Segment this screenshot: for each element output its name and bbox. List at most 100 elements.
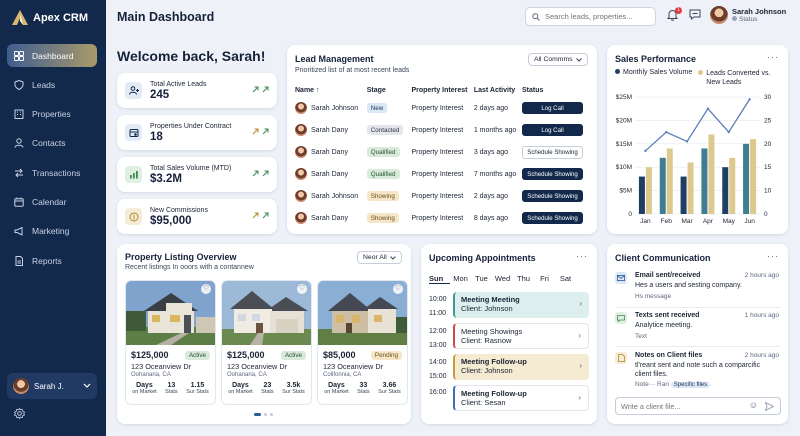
sidebar-item-transactions[interactable]: Transactions	[7, 161, 97, 184]
y2-tick-label: 20	[764, 141, 772, 148]
schedule-showing-button[interactable]: Schedule Showing	[522, 190, 583, 202]
sidebar-item-dashboard[interactable]: Dashboard	[7, 44, 97, 67]
communication-item[interactable]: Texts sent received 1 hours ago Analytic…	[615, 312, 779, 344]
chevron-right-icon: ›	[578, 393, 581, 402]
log-call-button[interactable]: Log Call	[522, 102, 583, 114]
lead-activity: 2 days ago	[473, 192, 509, 200]
more-options-icon[interactable]: ···	[767, 52, 779, 62]
metric: Days on Market	[228, 382, 252, 395]
user-profile-menu[interactable]: Sarah Johnson Status	[710, 6, 786, 24]
messages-button[interactable]	[689, 9, 701, 22]
listing-card[interactable]: ♡ $125,000 Active 123 Oceanview Dr Oohan…	[125, 280, 216, 405]
schedule-showing-button[interactable]: Schedule Showing	[522, 145, 583, 159]
lead-filter-dropdown[interactable]: All Commms	[528, 53, 588, 66]
search-box[interactable]	[525, 7, 656, 26]
weekday-wed[interactable]: Wed	[492, 274, 513, 284]
stat-card-active-leads[interactable]: Total Active Leads 245	[117, 73, 277, 108]
listing-metrics: Days on Market 13 Stats 1.15 Sur Stats	[128, 382, 213, 395]
sidebar-item-leads[interactable]: Leads	[7, 73, 97, 96]
person-icon	[14, 138, 24, 149]
carousel-pagination[interactable]	[254, 413, 273, 416]
communication-title: Texts sent received	[635, 312, 700, 319]
pagination-dot-active[interactable]	[254, 413, 261, 416]
compose-box[interactable]: ☺	[615, 397, 781, 415]
metric: 1.15 Sur Stats	[186, 382, 209, 395]
time-slot: 12:00	[429, 328, 447, 335]
weekday-sat[interactable]: Sat	[555, 274, 576, 284]
log-call-button[interactable]: Log Call	[522, 124, 583, 136]
pagination-dot[interactable]	[270, 413, 273, 416]
appointment-item[interactable]: Meeting Follow-up Client: Johnson ›	[453, 354, 589, 380]
search-input[interactable]	[545, 12, 655, 21]
weekday-fri[interactable]: Fri	[534, 274, 555, 284]
sales-performance-card: Sales Performance ··· Monthly Sales Volu…	[607, 45, 788, 234]
table-row[interactable]: Sarah Dany Qualified Property Interest 3…	[295, 141, 583, 163]
schedule-showing-button[interactable]: Schedule Showing	[522, 168, 583, 180]
column-header-stage[interactable]: Stage	[367, 83, 412, 97]
file-chip[interactable]: Specific files	[670, 382, 711, 388]
sidebar-item-label: Calendar	[32, 196, 67, 207]
appointment-item[interactable]: Meeting Follow-up Client: Sesan ›	[453, 385, 589, 411]
more-options-icon[interactable]: ···	[767, 251, 779, 261]
lead-activity: 1 months ago	[473, 126, 517, 134]
chevron-down-icon	[575, 57, 582, 62]
communication-item[interactable]: Email sent/received 2 hours ago Hes a us…	[615, 272, 779, 304]
communication-title: Notes on Client files	[635, 352, 703, 359]
y2-tick-label: 15	[764, 164, 772, 171]
sidebar-user-menu[interactable]: Sarah J.	[7, 373, 97, 399]
brand[interactable]: Apex CRM	[12, 10, 88, 25]
user-status-text: Status	[739, 16, 758, 23]
stage-badge: Qualified	[366, 147, 400, 157]
weekday-tue[interactable]: Tue	[471, 274, 492, 284]
sidebar-item-marketing[interactable]: Marketing	[7, 220, 97, 243]
metric-label: on Market	[324, 389, 349, 395]
page-title: Main Dashboard	[117, 10, 215, 24]
table-row[interactable]: Sarah Johnson New Property Interest 2 da…	[295, 97, 583, 119]
heart-icon[interactable]: ♡	[297, 284, 307, 294]
listing-card[interactable]: ♡ $85,000 Pending 123 Oceanview Dr Colif…	[317, 280, 408, 405]
sidebar-item-properties[interactable]: Properties	[7, 103, 97, 126]
weekday-mon[interactable]: Mon	[450, 274, 471, 284]
column-header-activity[interactable]: Last Activity	[474, 83, 522, 97]
heart-icon[interactable]: ♡	[201, 284, 211, 294]
listing-card[interactable]: ♡ $125,000 Active 123 Oceanview Dr Oohan…	[221, 280, 312, 405]
communication-body: tl'reant sent and note such a comparcifi…	[635, 362, 761, 378]
column-header-status[interactable]: Status	[522, 83, 583, 97]
compose-input[interactable]	[621, 401, 741, 411]
bar-sales-volume	[743, 143, 750, 214]
lead-interest: Property Interest	[411, 126, 464, 134]
chart-legend: Monthly Sales Volume Leads Converted vs.…	[615, 69, 778, 87]
settings-button[interactable]	[13, 407, 26, 421]
stat-card-commissions[interactable]: New Commissions $95,000	[117, 199, 277, 234]
y2-tick-label: 10	[764, 188, 772, 195]
sidebar-item-reports[interactable]: Reports	[7, 249, 97, 272]
weekday-thu[interactable]: Thu	[513, 274, 534, 284]
table-row[interactable]: Sarah Dany Showing Property Interest 8 d…	[295, 207, 583, 229]
table-row[interactable]: Sarah Dany Contacted Property Interest 1…	[295, 119, 583, 141]
sidebar-item-calendar[interactable]: Calendar	[7, 190, 97, 213]
appointment-client: Client: Rasnow	[461, 336, 512, 345]
text-message-icon	[615, 312, 627, 324]
table-row[interactable]: Sarah Johnson Showing Property Interest …	[295, 185, 583, 207]
listing-filter-dropdown[interactable]: Neor All	[357, 251, 402, 264]
column-header-name[interactable]: Name ↑	[295, 83, 367, 97]
appointment-item[interactable]: Meeting Meeting Client: Johnson ›	[453, 292, 589, 318]
more-options-icon[interactable]: ···	[576, 251, 588, 261]
stat-card-under-contract[interactable]: Properties Under Contract 18	[117, 115, 277, 150]
communication-item[interactable]: Notes on Client files 2 hours ago tl'rea…	[615, 352, 779, 394]
heart-icon[interactable]: ♡	[393, 284, 403, 294]
card-title: Sales Performance	[615, 54, 697, 64]
y-tick-label: $20M	[616, 117, 632, 124]
weekday-sun[interactable]: Sun	[429, 274, 450, 284]
notifications-button[interactable]: 1	[666, 7, 682, 23]
send-icon[interactable]	[765, 402, 774, 411]
stat-card-sales-volume[interactable]: Total Sales Volume (MTD) $3.2M	[117, 157, 277, 192]
schedule-showing-button[interactable]: Schedule Showing	[522, 212, 583, 224]
table-row[interactable]: Sarah Dany Qualified Property Interest 7…	[295, 163, 583, 185]
emoji-icon[interactable]: ☺	[749, 400, 758, 410]
pagination-dot[interactable]	[264, 413, 267, 416]
appointment-item[interactable]: Meeting Showings Client: Rasnow ›	[453, 323, 589, 349]
sidebar-item-contacts[interactable]: Contacts	[7, 132, 97, 155]
column-header-interest[interactable]: Property Interest	[411, 83, 473, 97]
sidebar-item-label: Properties	[32, 109, 71, 120]
